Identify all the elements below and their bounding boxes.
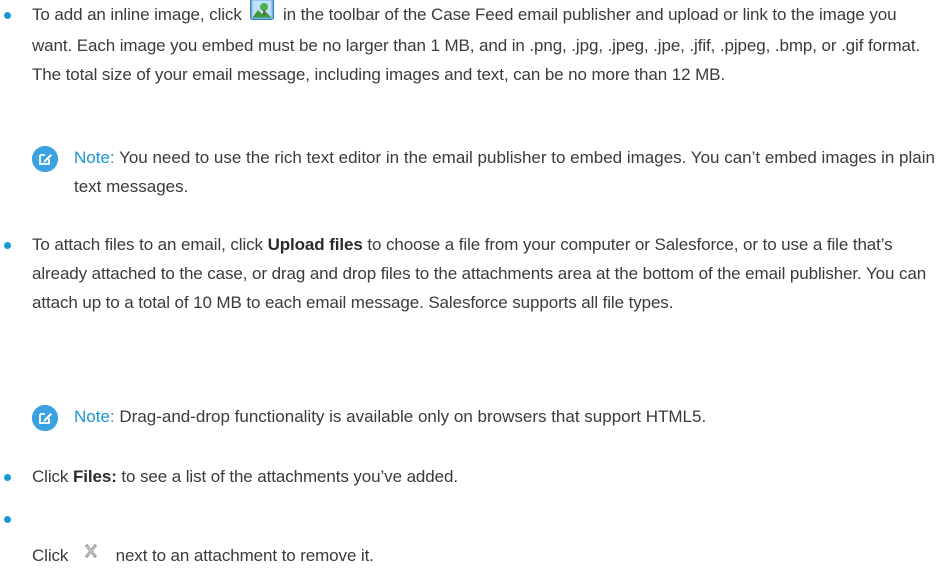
- note-text: Drag-and-drop functionality is available…: [119, 407, 707, 426]
- note-callout: Note: You need to use the rich text edit…: [32, 143, 937, 203]
- help-document: To add an inline image, click in the too…: [0, 0, 951, 578]
- bullet: [4, 516, 11, 523]
- bullet: [4, 242, 11, 249]
- item-text-end: to see a list of the attachments you’ve …: [121, 467, 458, 486]
- remove-x-icon: [81, 540, 101, 569]
- note-text: You need to use the rich text editor in …: [74, 148, 935, 196]
- list-item-files: Click Files: to see a list of the attach…: [32, 462, 937, 491]
- upload-files-label: Upload files: [267, 235, 363, 254]
- list-item-inline-image: To add an inline image, click in the too…: [32, 0, 937, 89]
- list-item-attach-files: To attach files to an email, click Uploa…: [32, 230, 937, 317]
- insert-image-icon: [250, 0, 275, 29]
- files-label: Files:: [72, 467, 117, 486]
- item-text-start: To add an inline image, click: [32, 5, 242, 24]
- item-text-start: Click: [32, 546, 69, 565]
- note-edit-icon: [32, 405, 58, 431]
- note-callout: Note: Drag-and-drop functionality is ava…: [32, 402, 937, 432]
- note-edit-icon: [32, 146, 58, 172]
- list-item-remove: Click next to an attachment to remove it…: [32, 541, 937, 571]
- note-label: Note:: [74, 148, 115, 167]
- note-label: Note:: [74, 407, 115, 426]
- bullet: [4, 474, 11, 481]
- item-text-end: next to an attachment to remove it.: [115, 546, 374, 565]
- item-text-start: Click: [32, 467, 69, 486]
- bullet: [4, 12, 11, 19]
- item-text-start: To attach files to an email, click: [32, 235, 263, 254]
